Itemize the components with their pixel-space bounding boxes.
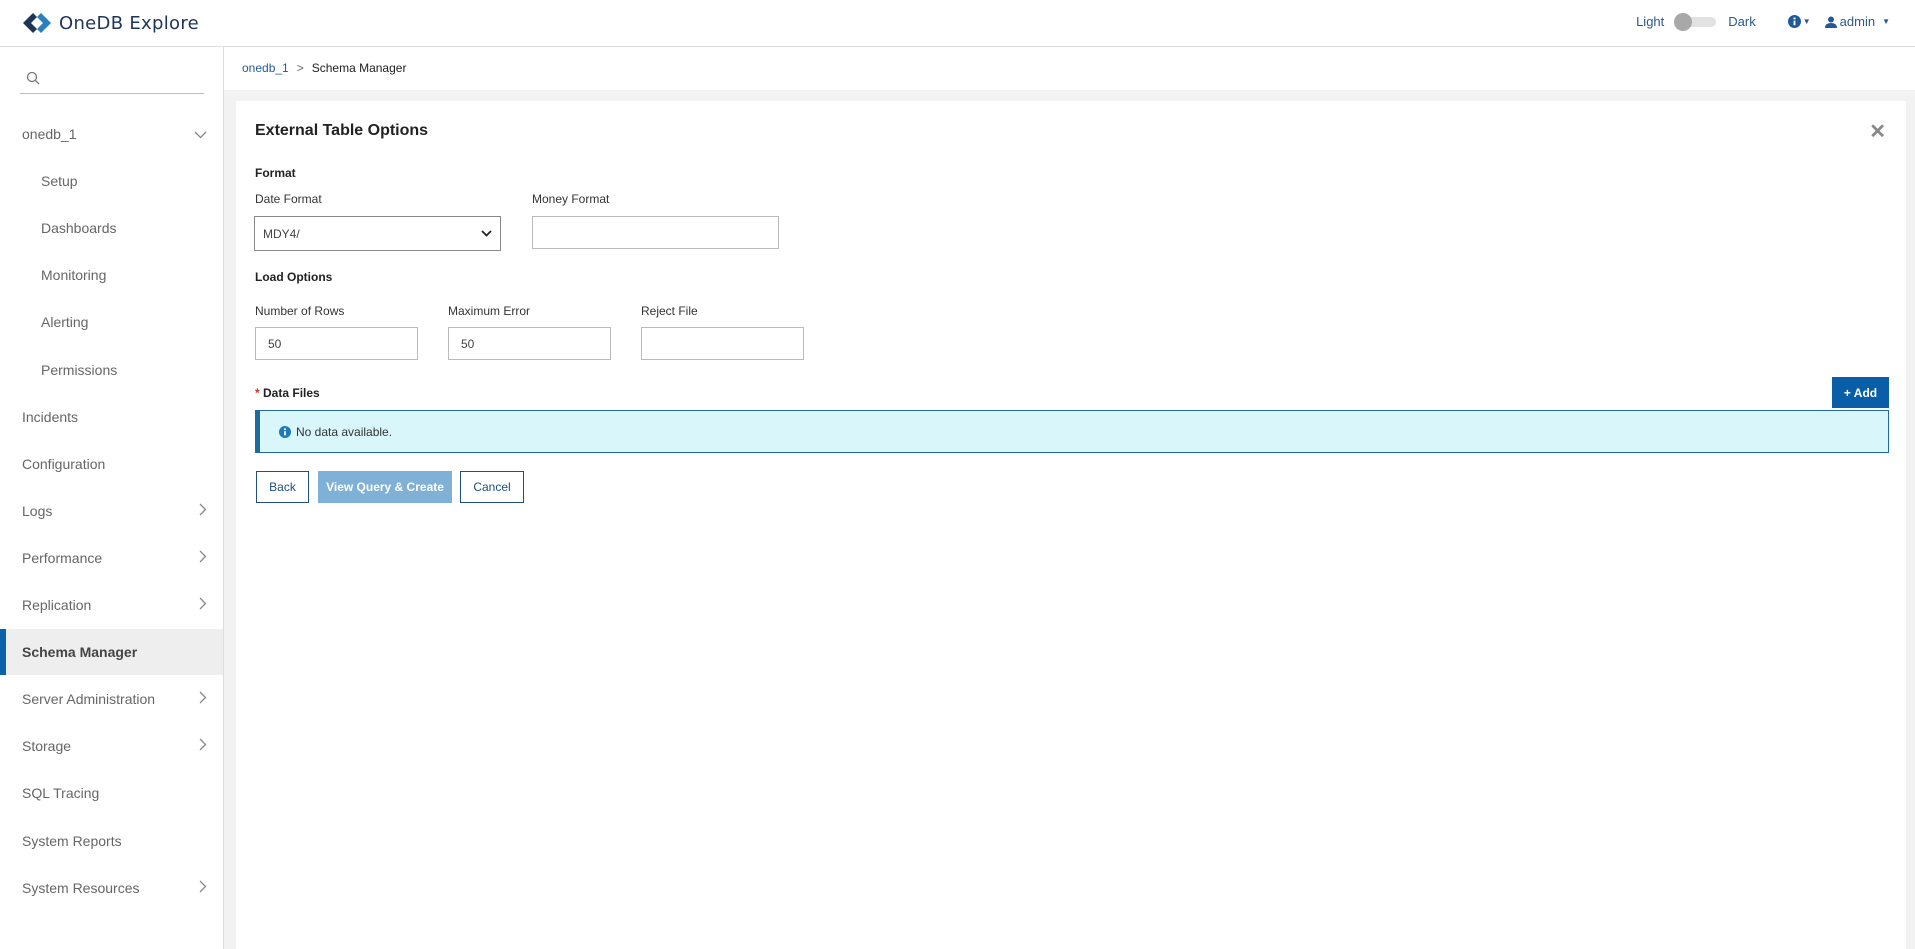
panel-title: External Table Options [255,122,429,139]
chevron-right-icon [199,738,207,754]
sidebar-item-system-reports[interactable]: System Reports [0,818,223,864]
sidebar-item-label: System Reports [22,832,122,849]
sidebar-item-label: Monitoring [41,267,107,284]
chevron-right-icon [199,550,207,566]
sidebar-item-onedb-1[interactable]: onedb_1 [0,111,223,157]
date-format-label: Date Format [255,192,322,206]
money-format-input[interactable] [532,216,779,249]
sidebar-item-label: onedb_1 [22,126,77,142]
caret-down-icon: ▼ [1802,17,1811,26]
sidebar-item-label: Configuration [22,455,106,472]
sidebar-item-label: Schema Manager [22,644,138,661]
theme-light-label: Light [1636,14,1665,29]
top-header: OneDB Explore Light Dark ▼ admin ▼ [0,0,1915,47]
reject-file-label: Reject File [641,304,698,318]
chevron-right-icon [199,691,207,707]
date-format-value: MDY4/ [263,226,300,241]
sidebar-item-label: Logs [22,502,53,519]
money-format-label: Money Format [532,192,610,206]
reject-file-input[interactable] [641,327,804,360]
sidebar-item-server-administration[interactable]: Server Administration [0,676,223,722]
user-menu[interactable]: admin ▼ [1824,14,1890,29]
sidebar: onedb_1 Setup Dashboards Monitoring Alerting… [0,47,224,949]
sidebar-item-label: Performance [22,549,103,566]
external-table-options-panel: External Table Options ✕ Format Date For… [236,101,1906,949]
data-files-label-text: Data Files [263,386,320,400]
info-icon [1787,15,1801,28]
maximum-error-input[interactable]: 50 [448,327,611,360]
no-data-alert: No data available. [255,410,1889,453]
number-of-rows-input[interactable]: 50 [255,327,418,360]
search-icon [26,71,40,85]
sidebar-item-system-resources[interactable]: System Resources [0,865,223,911]
sidebar-item-label: Setup [41,173,78,190]
sidebar-item-sql-tracing[interactable]: SQL Tracing [0,770,223,816]
sidebar-item-schema-manager[interactable]: Schema Manager [0,629,223,676]
number-of-rows-label: Number of Rows [255,304,345,318]
date-format-select[interactable]: MDY4/ [254,216,501,251]
add-data-file-button[interactable]: + Add [1832,377,1889,408]
sidebar-item-label: Alerting [41,314,89,331]
breadcrumb-root-link[interactable]: onedb_1 [242,61,289,75]
sidebar-item-label: System Resources [22,879,140,896]
sidebar-item-dashboards[interactable]: Dashboards [0,205,223,251]
sidebar-item-permissions[interactable]: Permissions [0,347,223,393]
info-menu[interactable]: ▼ [1787,15,1811,28]
sidebar-item-label: Incidents [22,408,79,425]
load-options-section-label: Load Options [255,270,333,284]
view-query-create-button[interactable]: View Query & Create [318,471,452,503]
chevron-right-icon [199,880,207,896]
chevron-down-icon [481,230,492,237]
sidebar-item-setup[interactable]: Setup [0,158,223,204]
sidebar-item-performance[interactable]: Performance [0,535,223,581]
required-marker: * [255,386,260,400]
breadcrumb: onedb_1 > Schema Manager [242,61,406,75]
format-section-label: Format [255,166,296,180]
breadcrumb-current: Schema Manager [311,61,407,75]
sidebar-item-storage[interactable]: Storage [0,723,223,769]
sidebar-item-monitoring[interactable]: Monitoring [0,252,223,298]
sidebar-item-label: Dashboards [41,220,117,237]
chevron-down-icon [194,126,207,142]
maximum-error-label: Maximum Error [448,304,531,318]
sidebar-item-configuration[interactable]: Configuration [0,441,223,487]
app-logo[interactable]: OneDB Explore [23,11,199,35]
sidebar-item-replication[interactable]: Replication [0,582,223,628]
back-button[interactable]: Back [256,471,309,503]
sidebar-item-logs[interactable]: Logs [0,488,223,534]
sidebar-item-label: Server Administration [22,691,156,708]
data-files-label: * Data Files [255,386,320,400]
theme-dark-label: Dark [1728,14,1756,29]
sidebar-item-incidents[interactable]: Incidents [0,394,223,440]
info-icon [279,425,291,438]
close-icon[interactable]: ✕ [1869,119,1886,144]
user-name: admin [1839,14,1876,29]
sidebar-search[interactable] [20,64,204,94]
sidebar-item-label: Storage [22,738,72,755]
chevron-right-icon [199,597,207,613]
sidebar-item-label: Replication [22,597,92,613]
sidebar-item-label: Permissions [41,361,118,378]
no-data-text: No data available. [296,424,393,439]
chevron-right-icon [199,503,207,519]
sidebar-item-label: SQL Tracing [22,785,100,802]
theme-toggle[interactable] [1674,12,1717,31]
caret-down-icon: ▼ [1882,17,1890,26]
cancel-button[interactable]: Cancel [460,471,524,503]
user-icon [1824,16,1837,28]
breadcrumb-separator: > [296,61,304,75]
onedb-logo-icon [23,13,51,33]
app-name: OneDB Explore [59,12,200,34]
sidebar-item-alerting[interactable]: Alerting [0,299,223,345]
